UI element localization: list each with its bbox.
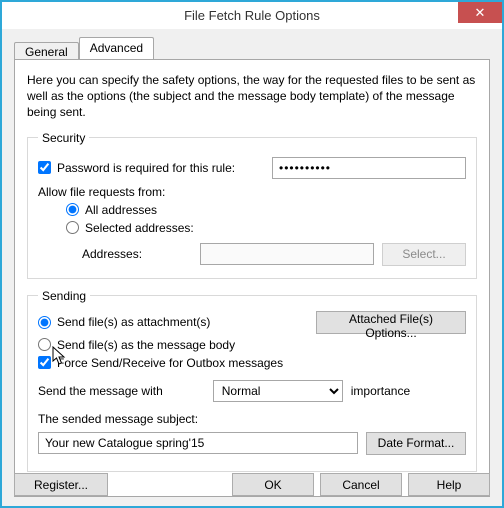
password-required-checkbox[interactable] [38,161,51,174]
send-as-attachment-label: Send file(s) as attachment(s) [57,315,210,329]
date-format-button[interactable]: Date Format... [366,432,466,455]
allow-selected-radio[interactable] [66,221,79,234]
register-button[interactable]: Register... [14,473,108,496]
allow-all-row: All addresses [66,203,466,217]
ok-button[interactable]: OK [232,473,314,496]
force-send-receive-checkbox[interactable] [38,356,51,369]
allow-selected-row: Selected addresses: [66,221,466,235]
help-button[interactable]: Help [408,473,490,496]
importance-select[interactable]: Normal [213,380,343,402]
password-field[interactable] [272,157,466,179]
client-area: General Advanced Here you can specify th… [2,29,502,507]
close-button[interactable]: ✕ [458,2,502,23]
send-as-body-radio[interactable] [38,338,51,351]
subject-label: The sended message subject: [38,412,466,426]
security-group: Security Password is required for this r… [27,131,477,279]
send-as-attachment-radio[interactable] [38,316,51,329]
importance-suffix: importance [351,384,410,398]
addresses-row: Addresses: Select... [38,243,466,266]
subject-row: Date Format... [38,432,466,455]
select-addresses-button: Select... [382,243,466,266]
addresses-label: Addresses: [82,247,200,261]
send-as-body-row: Send file(s) as the message body [38,338,466,352]
close-icon: ✕ [475,5,486,21]
attached-files-options-button[interactable]: Attached File(s) Options... [316,311,466,334]
importance-row: Send the message with Normal importance [38,380,466,402]
security-legend: Security [38,131,89,145]
password-row: Password is required for this rule: [38,157,466,179]
tab-strip: General Advanced [14,37,490,59]
allow-from-label: Allow file requests from: [38,185,466,199]
window-title: File Fetch Rule Options [184,8,320,23]
dialog-window: File Fetch Rule Options ✕ General Advanc… [0,0,504,508]
send-as-attachment-row: Send file(s) as attachment(s) Attached F… [38,311,466,334]
force-send-receive-row: Force Send/Receive for Outbox messages [38,356,466,370]
force-send-receive-label: Force Send/Receive for Outbox messages [57,356,283,370]
send-as-body-label: Send file(s) as the message body [57,338,235,352]
titlebar: File Fetch Rule Options ✕ [2,2,502,29]
dialog-buttons: Register... OK Cancel Help [14,473,490,496]
allow-selected-label: Selected addresses: [85,221,194,235]
cancel-button[interactable]: Cancel [320,473,402,496]
tab-advanced[interactable]: Advanced [79,37,154,59]
password-required-label: Password is required for this rule: [57,161,235,175]
allow-all-radio[interactable] [66,203,79,216]
sending-group: Sending Send file(s) as attachment(s) At… [27,289,477,472]
addresses-input [200,243,374,265]
intro-text: Here you can specify the safety options,… [27,72,477,121]
sending-legend: Sending [38,289,90,303]
send-with-prefix: Send the message with [38,384,163,398]
allow-all-label: All addresses [85,203,157,217]
subject-input[interactable] [38,432,358,454]
tab-pane-advanced: Here you can specify the safety options,… [14,59,490,497]
